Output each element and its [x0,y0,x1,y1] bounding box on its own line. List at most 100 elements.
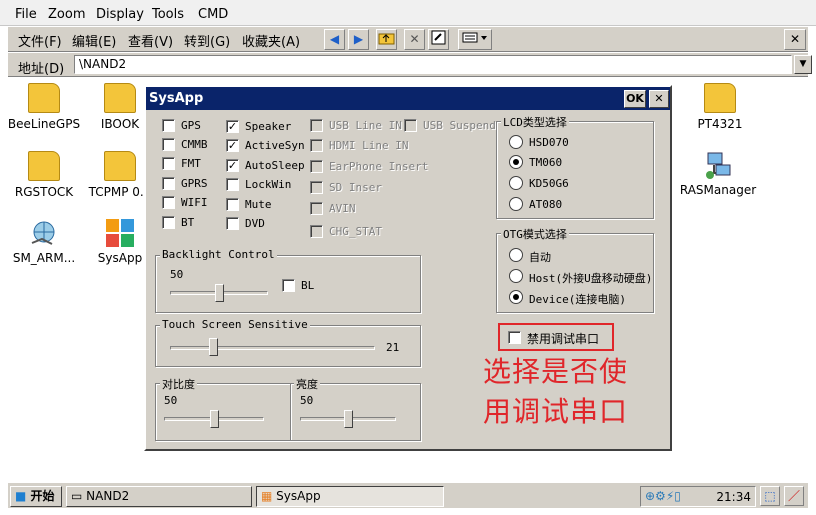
checkbox-box [310,139,323,152]
radio-label: Host(外接U盘移动硬盘) [529,272,653,285]
contrast-value: 50 [164,394,178,407]
tray-icons[interactable]: ⊕⚙⚡▯ [645,489,681,503]
app-icon [104,217,136,247]
group-label: OTG模式选择 [501,226,569,242]
folder-icon [704,83,736,113]
start-label: 开始 [30,489,55,503]
backlight-value: 50 [170,268,184,281]
menu-goto[interactable]: 转到(G) [184,31,230,50]
checkbox-box [162,177,175,190]
host-menu-cmd[interactable]: CMD [198,7,228,22]
checkbox-box [162,216,175,229]
chevron-down-icon[interactable]: ▼ [794,55,812,74]
host-menu-bar: File Zoom Display Tools CMD [0,0,816,26]
touch-slider-thumb[interactable] [209,338,219,356]
checkbox-box [310,181,323,194]
checkbox-box [310,160,323,173]
group-label: Touch Screen Sensitive [160,318,310,331]
radio-button [509,197,523,211]
view-icon[interactable] [458,29,492,50]
taskbar: ■ 开始 ▭ NAND2 ▦ SysApp ⊕⚙⚡▯ 21:34 ⬚ ／ [8,482,808,508]
checkbox-label: FMT [181,157,201,170]
checkbox-box [282,279,295,292]
radio-button [509,290,523,304]
checkbox-box [226,178,239,191]
back-icon[interactable]: ◀ [324,29,345,50]
host-menu-file[interactable]: File [15,7,37,22]
menu-favorites[interactable]: 收藏夹(A) [242,31,300,50]
radio-label: KD50G6 [529,177,569,190]
radio-label: 自动 [529,251,551,264]
explorer-close-button[interactable]: ✕ [784,29,806,50]
checkbox-label: DVD [245,217,265,230]
checkbox-box [162,157,175,170]
desktop-icon-sm-arm[interactable]: SM_ARM... [4,217,84,265]
checkbox-label: GPS [181,119,201,132]
windows-logo-icon: ■ [15,489,27,503]
group-label: Backlight Control [160,248,277,261]
cut-icon[interactable]: ✕ [404,29,425,50]
checkbox-box: ✓ [226,120,239,133]
menu-file[interactable]: 文件(F) [18,31,62,50]
checkbox-label: WIFI [181,196,208,209]
host-menu-display[interactable]: Display [96,7,144,22]
radio-label: Device(连接电脑) [529,293,626,306]
properties-icon[interactable] [428,29,449,50]
desktop-icon-beelinegps[interactable]: BeeLineGPS [4,83,84,131]
app-icon: ▦ [261,489,273,503]
up-folder-icon[interactable] [376,29,397,50]
pen-icon[interactable]: ／ [784,486,804,506]
checkbox-box [162,138,175,151]
host-menu-tools[interactable]: Tools [152,7,184,22]
radio-button [509,176,523,190]
task-sysapp[interactable]: ▦ SysApp [256,486,444,507]
network-icon [702,149,734,179]
brightness-value: 50 [300,394,314,407]
group-label: LCD类型选择 [501,114,569,130]
start-button[interactable]: ■ 开始 [10,486,62,507]
checkbox-box [310,119,323,132]
checkbox-box [404,119,417,132]
address-input[interactable]: \NAND2 [74,55,792,74]
checkbox-label: Mute [245,198,272,211]
host-menu-zoom[interactable]: Zoom [48,7,85,22]
dialog-title-bar: SysApp OK ✕ [146,87,670,110]
desktop-icon-pt4321[interactable]: PT4321 [680,83,760,131]
menu-view[interactable]: 查看(V) [128,31,173,50]
checkbox-label: CMMB [181,138,208,151]
menu-edit[interactable]: 编辑(E) [72,31,116,50]
touch-value: 21 [386,341,400,354]
checkbox-label: USB Suspend [423,119,496,132]
folder-icon [28,83,60,113]
icon-label: RGSTOCK [14,185,74,199]
checkbox-box [162,119,175,132]
folder-icon [104,83,136,113]
desktop-icon-button[interactable]: ⬚ [760,486,780,506]
address-label: 地址(D) [18,62,65,77]
icon-label: PT4321 [697,117,743,131]
drive-icon: ▭ [71,489,83,503]
backlight-slider-thumb[interactable] [215,284,224,302]
radio-button [509,269,523,283]
annotation-line-2: 用调试串口 [483,395,629,428]
desktop-icon-rasmanager[interactable]: RASManager [678,149,758,197]
desktop-icon-rgstock[interactable]: RGSTOCK [4,151,84,199]
checkbox-box: ✓ [226,159,239,172]
task-nand2[interactable]: ▭ NAND2 [66,486,252,507]
checkbox-label: GPRS [181,177,208,190]
touch-slider-track[interactable] [170,346,375,350]
clock: 21:34 [716,490,751,504]
checkbox-label: 禁用调试串口 [527,332,600,346]
contrast-label: 对比度 [160,376,197,392]
checkbox-box [310,202,323,215]
dialog-close-button[interactable]: ✕ [649,90,669,108]
contrast-slider-thumb[interactable] [210,410,219,428]
task-label: SysApp [276,489,321,503]
dialog-title: SysApp [149,91,204,106]
ok-button[interactable]: OK [624,90,646,108]
brightness-slider-thumb[interactable] [344,410,353,428]
radio-button [509,248,523,262]
radio-label: TM060 [529,156,563,169]
forward-icon[interactable]: ▶ [348,29,369,50]
lcd-type-group: LCD类型选择 HSD070 TM060 KD50G6 AT080 [496,114,654,219]
